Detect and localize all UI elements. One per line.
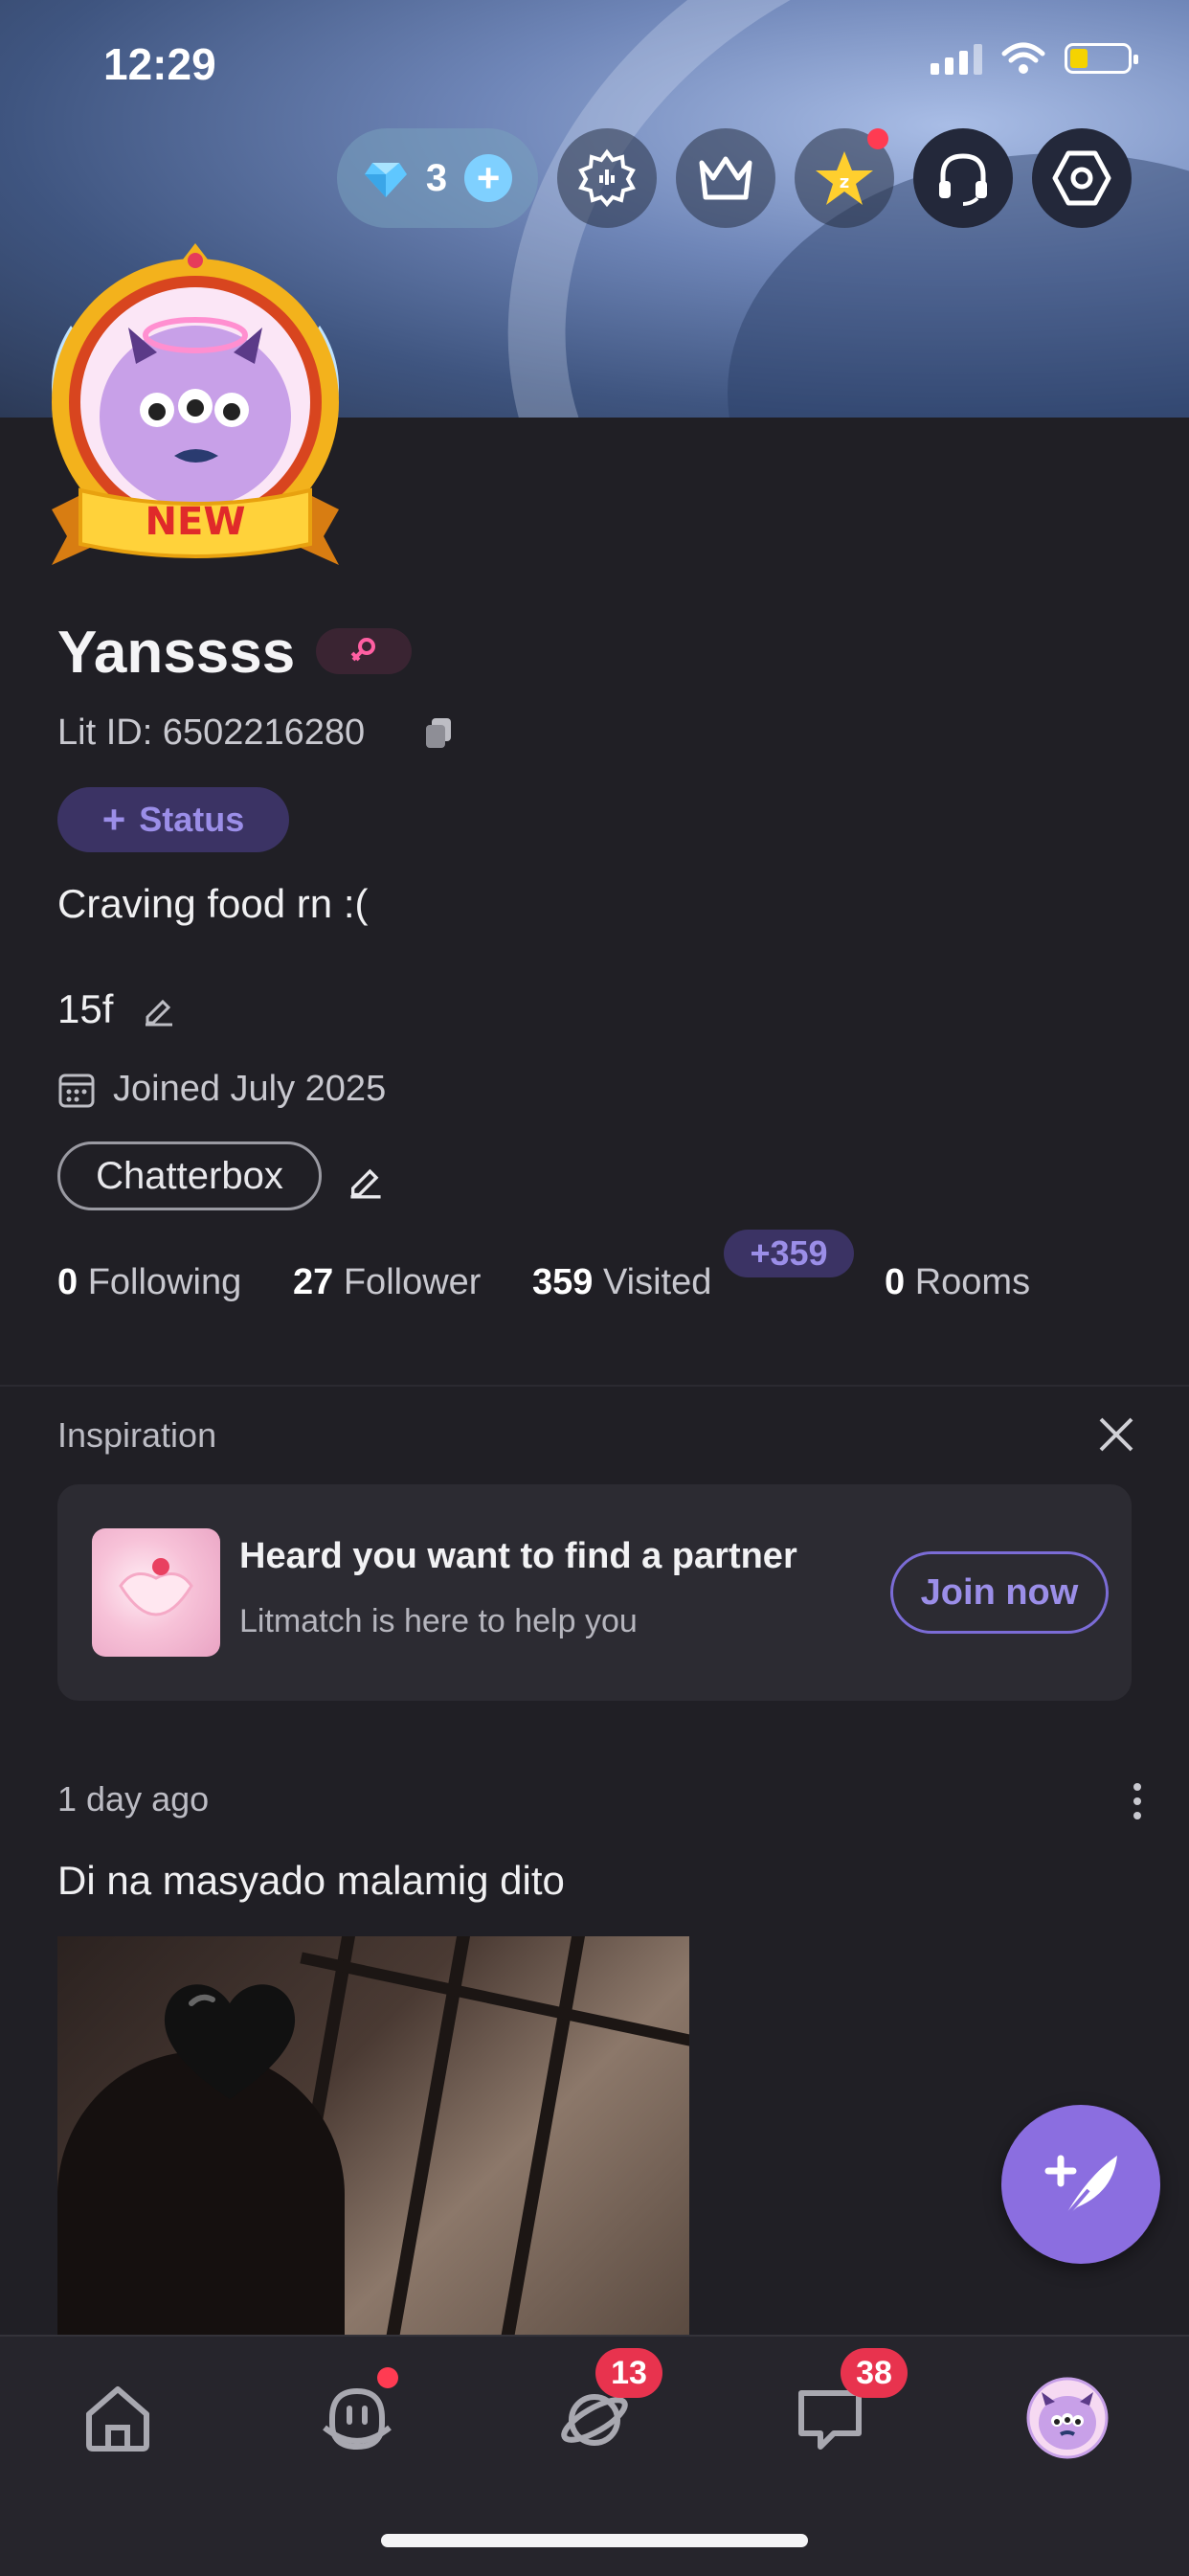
signal-icon (931, 42, 982, 75)
vip-button[interactable] (676, 128, 775, 228)
star-icon: z (816, 151, 873, 205)
follower-stat[interactable]: 27 Follower (293, 1262, 481, 1303)
plus-icon: + (101, 797, 126, 842)
battery-icon (1065, 43, 1138, 74)
calendar-icon (58, 1073, 95, 1107)
new-badge-text: NEW (145, 500, 246, 544)
wifi-icon (1001, 42, 1045, 74)
profile-name: Yanssss (57, 620, 296, 686)
home-indicator[interactable] (381, 2534, 808, 2547)
post-timestamp: 1 day ago (57, 1779, 210, 1819)
profile-age: 15f (57, 986, 176, 1032)
match-icon (323, 2387, 392, 2451)
tab-planet[interactable]: 13 (542, 2348, 662, 2471)
star-rewards-button[interactable]: z (795, 128, 894, 228)
inspiration-headline: Heard you want to find a partner (239, 1536, 797, 1576)
post-image[interactable] (57, 1936, 689, 2337)
settings-button[interactable] (1032, 128, 1132, 228)
following-stat[interactable]: 0 Following (57, 1262, 241, 1303)
match-notification-dot (377, 2367, 398, 2388)
status-label: Status (139, 800, 245, 839)
visited-stat[interactable]: 359 Visited (532, 1262, 711, 1303)
joined-date: Joined July 2025 (57, 1069, 386, 1110)
badge-icon (578, 148, 636, 208)
planet-badge: 13 (595, 2348, 662, 2398)
diamond-count: 3 (425, 156, 448, 199)
gender-badge (316, 628, 412, 674)
create-post-button[interactable] (1001, 2105, 1160, 2264)
profile-avatar-badge[interactable]: NEW (33, 239, 358, 575)
lit-id: Lit ID: 6502216280 (57, 712, 366, 753)
add-diamonds-icon: + (464, 154, 513, 202)
svg-text:z: z (840, 172, 849, 192)
edit-icon[interactable] (142, 992, 176, 1027)
status-icons (931, 42, 1138, 75)
home-icon (86, 2386, 149, 2452)
notification-dot (867, 128, 888, 149)
age-text: 15f (57, 986, 114, 1031)
post-text: Di na masyado malamig dito (57, 1858, 565, 1903)
status-time: 12:29 (103, 39, 216, 89)
personality-tag[interactable]: Chatterbox (57, 1141, 322, 1210)
chat-badge: 38 (841, 2348, 908, 2398)
crown-icon (699, 156, 752, 200)
inspiration-card[interactable]: Heard you want to find a partner Litmatc… (57, 1484, 1132, 1701)
gear-icon (1052, 150, 1111, 206)
support-button[interactable] (913, 128, 1013, 228)
badge-settings-button[interactable] (557, 128, 657, 228)
join-now-button[interactable]: Join now (890, 1551, 1109, 1634)
tab-match[interactable] (304, 2365, 410, 2471)
inspiration-title: Inspiration (57, 1415, 217, 1455)
diamond-balance-button[interactable]: 3 + (337, 128, 538, 228)
more-options-icon[interactable] (1133, 1783, 1141, 1819)
rooms-stat[interactable]: 0 Rooms (885, 1262, 1030, 1303)
tab-home[interactable] (65, 2365, 170, 2471)
headset-icon (939, 153, 987, 206)
copy-icon[interactable] (423, 716, 454, 751)
profile-bio: Craving food rn :( (57, 881, 369, 926)
heart-sticker-icon (164, 1984, 296, 2099)
diamond-icon (364, 163, 407, 197)
edit-tags-icon[interactable] (347, 1161, 385, 1199)
add-status-button[interactable]: + Status (57, 787, 289, 852)
quill-plus-icon (1044, 2155, 1117, 2221)
close-icon[interactable] (1097, 1415, 1135, 1454)
visited-delta-badge: +359 (724, 1230, 854, 1277)
tab-profile[interactable] (1015, 2365, 1120, 2471)
joined-text: Joined July 2025 (113, 1069, 387, 1109)
profile-avatar (1026, 2377, 1109, 2459)
top-action-bar: 3 + z (337, 128, 1132, 228)
female-icon (350, 638, 375, 662)
tab-chat[interactable]: 38 (777, 2348, 908, 2471)
section-divider (0, 1385, 1189, 1387)
heart-bowl-icon (119, 1558, 193, 1616)
inspiration-subtitle: Litmatch is here to help you (239, 1603, 638, 1639)
inspiration-thumbnail (92, 1528, 220, 1657)
